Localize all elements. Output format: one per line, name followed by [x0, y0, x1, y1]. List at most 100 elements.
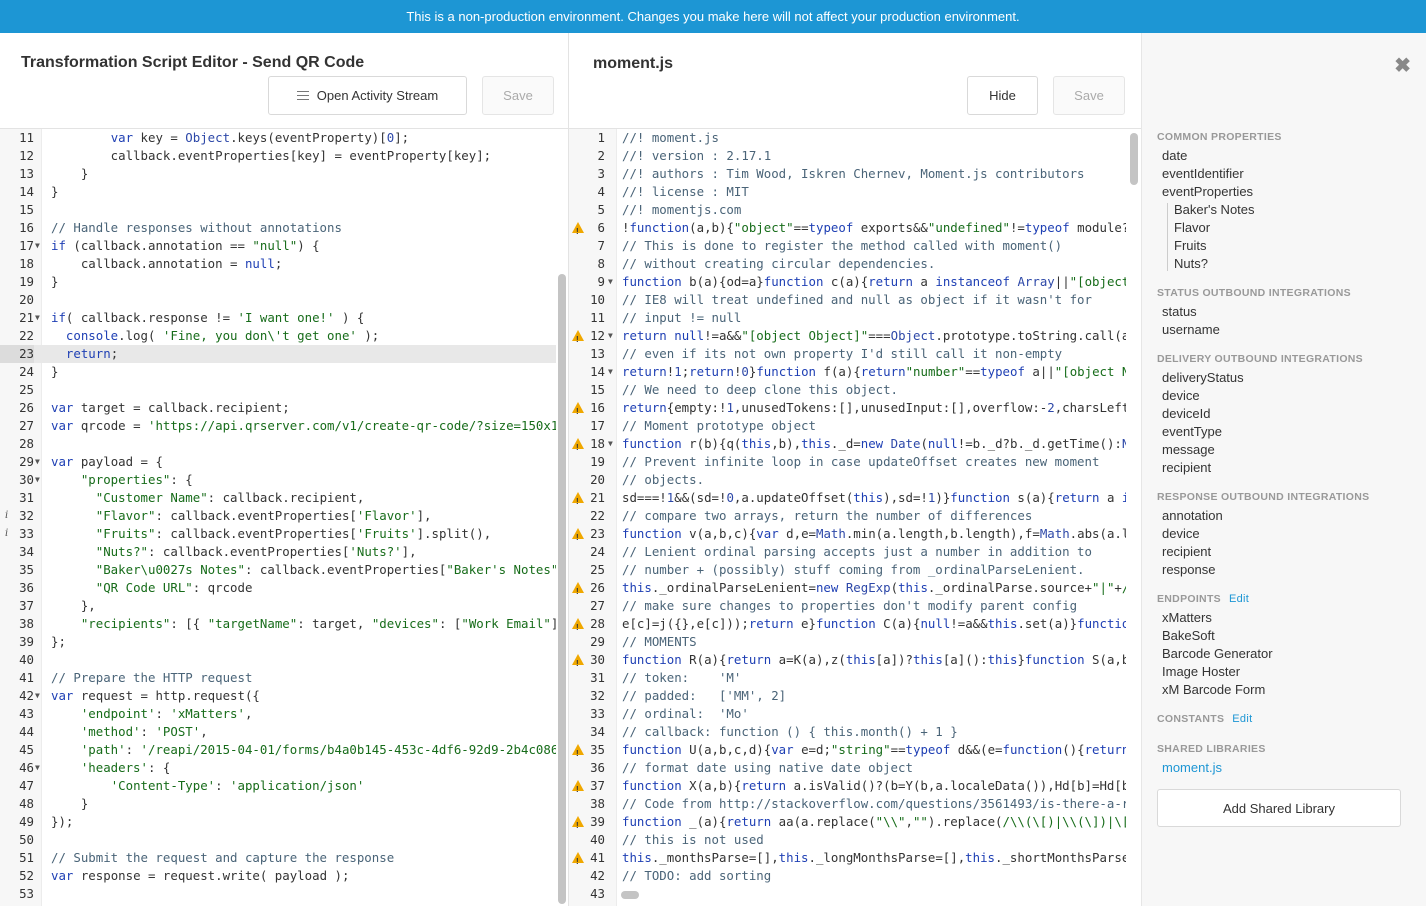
property-event-identifier[interactable]: eventIdentifier: [1162, 166, 1244, 181]
code-line[interactable]: 33 i "Fruits": callback.eventProperties['…: [0, 525, 556, 543]
code-line[interactable]: 27 // make sure changes to properties don…: [569, 597, 1126, 615]
warning-icon[interactable]: [572, 852, 584, 871]
code-line[interactable]: 32 // padded: ['MM', 2]: [569, 687, 1126, 705]
code-line[interactable]: 25 // number + (possibly) stuff coming fr…: [569, 561, 1126, 579]
code-line[interactable]: 39function _(a){return aa(a.replace("\\"…: [569, 813, 1126, 835]
code-line[interactable]: 9 ▼ function b(a){od=a}function c(a){retur…: [569, 273, 1126, 291]
code-line[interactable]: 3 //! authors : Tim Wood, Iskren Chernev,…: [569, 165, 1126, 183]
info-icon[interactable]: i: [5, 525, 8, 543]
code-line[interactable]: 35function U(a,b,c,d){var e=d;"string"==…: [569, 741, 1126, 763]
code-line[interactable]: 41 // Prepare the HTTP request: [0, 669, 556, 687]
warning-icon[interactable]: [572, 438, 584, 457]
code-line[interactable]: 29 // MOMENTS: [569, 633, 1126, 651]
code-line[interactable]: 14 ▼ return!1;return!0}function f(a){retur…: [569, 363, 1126, 381]
property-device[interactable]: device: [1162, 388, 1200, 403]
endpoint-image-hoster[interactable]: Image Hoster: [1162, 664, 1240, 679]
code-line[interactable]: 17 ▼ if (callback.annotation == "null") {: [0, 237, 556, 255]
endpoint-barcode-generator[interactable]: Barcode Generator: [1162, 646, 1273, 661]
code-line[interactable]: 48 }: [0, 795, 556, 813]
code-line[interactable]: 19}: [0, 273, 556, 291]
code-line[interactable]: 30 ▼ "properties": {: [0, 471, 556, 489]
warning-icon[interactable]: [572, 654, 584, 673]
fold-toggle-icon[interactable]: ▼: [35, 471, 40, 489]
warning-icon[interactable]: [572, 528, 584, 547]
code-line[interactable]: 19 // Prevent infinite loop in case updat…: [569, 453, 1126, 471]
code-line[interactable]: 37 },: [0, 597, 556, 615]
property-date[interactable]: date: [1162, 148, 1187, 163]
code-line[interactable]: 38 "recipients": [{ "targetName": target…: [0, 615, 556, 633]
fold-toggle-icon[interactable]: ▼: [608, 327, 613, 345]
code-line[interactable]: 28: [0, 435, 556, 453]
code-line[interactable]: 23function v(a,b,c){var d,e=Math.min(a.l…: [569, 525, 1126, 547]
code-line[interactable]: 7 // This is done to register the method …: [569, 237, 1126, 255]
code-line[interactable]: 31 // token: 'M': [569, 669, 1126, 687]
property-annotation[interactable]: annotation: [1162, 508, 1223, 523]
code-line[interactable]: 16 // Handle responses without annotation…: [0, 219, 556, 237]
code-line[interactable]: 15: [0, 201, 556, 219]
endpoint-bakesoft[interactable]: BakeSoft: [1162, 628, 1215, 643]
warning-icon[interactable]: [572, 618, 584, 637]
code-line[interactable]: 2 //! version : 2.17.1: [569, 147, 1126, 165]
code-line[interactable]: 37function X(a,b){return a.isValid()?(b=…: [569, 777, 1126, 799]
code-line[interactable]: 34 // callback: function () { this.month(…: [569, 723, 1126, 741]
add-shared-library-button[interactable]: Add Shared Library: [1157, 789, 1401, 827]
property-recipient[interactable]: recipient: [1162, 544, 1211, 559]
code-line[interactable]: 31 "Customer Name": callback.recipient,: [0, 489, 556, 507]
code-line[interactable]: 22 console.log( 'Fine, you don\'t get on…: [0, 327, 556, 345]
code-line[interactable]: 51 // Submit the request and capture the …: [0, 849, 556, 867]
code-line[interactable]: 4 //! license : MIT: [569, 183, 1126, 201]
code-line[interactable]: 42 ▼ var request = http.request({: [0, 687, 556, 705]
code-line[interactable]: 44 'method': 'POST',: [0, 723, 556, 741]
property-delivery-status[interactable]: deliveryStatus: [1162, 370, 1244, 385]
code-line[interactable]: 36 "QR Code URL": qrcode: [0, 579, 556, 597]
code-line[interactable]: 10 // IE8 will treat undefined and null a…: [569, 291, 1126, 309]
code-line[interactable]: 36 // format date using native date objec…: [569, 759, 1126, 777]
code-line[interactable]: 32 i "Flavor": callback.eventProperties['…: [0, 507, 556, 525]
open-activity-stream-button[interactable]: Open Activity Stream: [268, 76, 467, 115]
code-line[interactable]: 46 ▼ 'headers': {: [0, 759, 556, 777]
hide-button[interactable]: Hide: [967, 76, 1038, 115]
library-code-editor[interactable]: 1 //! moment.js 2 //! version : 2.17.1 3 //! …: [569, 129, 1126, 906]
script-code-editor[interactable]: 11 var key = Object.keys(eventProperty)[…: [0, 129, 556, 906]
code-line[interactable]: 11 var key = Object.keys(eventProperty)[…: [0, 129, 556, 147]
code-line[interactable]: 24}: [0, 363, 556, 381]
code-line[interactable]: 50: [0, 831, 556, 849]
code-line[interactable]: 11 // input != null: [569, 309, 1126, 327]
warning-icon[interactable]: [572, 492, 584, 511]
code-line[interactable]: 35 "Baker\u0027s Notes": callback.eventP…: [0, 561, 556, 579]
fold-toggle-icon[interactable]: ▼: [35, 309, 40, 327]
event-property-bakers-notes[interactable]: Baker's Notes: [1174, 202, 1255, 217]
event-property-nuts[interactable]: Nuts?: [1174, 256, 1208, 271]
event-property-flavor[interactable]: Flavor: [1174, 220, 1210, 235]
warning-icon[interactable]: [572, 222, 584, 241]
code-line[interactable]: 21sd===!1&&(sd=!0,a.updateOffset(this),s…: [569, 489, 1126, 511]
code-line[interactable]: 28e[c]=j({},e[c]));return e}function C(a…: [569, 615, 1126, 637]
code-line[interactable]: 14}: [0, 183, 556, 201]
code-line[interactable]: 20 // objects.: [569, 471, 1126, 489]
library-editor-vertical-scrollbar[interactable]: [1130, 133, 1138, 185]
code-line[interactable]: 16return{empty:!1,unusedTokens:[],unused…: [569, 399, 1126, 421]
property-recipient[interactable]: recipient: [1162, 460, 1211, 475]
warning-icon[interactable]: [572, 582, 584, 601]
property-message[interactable]: message: [1162, 442, 1215, 457]
endpoint-xmatters[interactable]: xMatters: [1162, 610, 1212, 625]
code-line[interactable]: 41this._monthsParse=[],this._longMonthsP…: [569, 849, 1126, 871]
property-event-properties[interactable]: eventProperties: [1162, 184, 1253, 199]
property-response[interactable]: response: [1162, 562, 1215, 577]
endpoints-edit-link[interactable]: Edit: [1229, 593, 1249, 605]
fold-toggle-icon[interactable]: ▼: [608, 273, 613, 291]
code-line[interactable]: 18 callback.annotation = null;: [0, 255, 556, 273]
code-line[interactable]: 26this._ordinalParseLenient=new RegExp(t…: [569, 579, 1126, 601]
event-property-fruits[interactable]: Fruits: [1174, 238, 1207, 253]
warning-icon[interactable]: [572, 816, 584, 835]
code-line[interactable]: 13 // even if its not own property I'd st…: [569, 345, 1126, 363]
code-line[interactable]: 17 // Moment prototype object: [569, 417, 1126, 435]
code-line[interactable]: 12▼return null!=a&&"[object Object]"===O…: [569, 327, 1126, 349]
script-save-button[interactable]: Save: [482, 76, 554, 115]
code-line[interactable]: 12 callback.eventProperties[key] = event…: [0, 147, 556, 165]
code-line[interactable]: 20: [0, 291, 556, 309]
code-line[interactable]: 49});: [0, 813, 556, 831]
code-line[interactable]: 40: [0, 651, 556, 669]
warning-icon[interactable]: [572, 330, 584, 349]
library-editor-horizontal-scrollbar[interactable]: [621, 891, 639, 899]
